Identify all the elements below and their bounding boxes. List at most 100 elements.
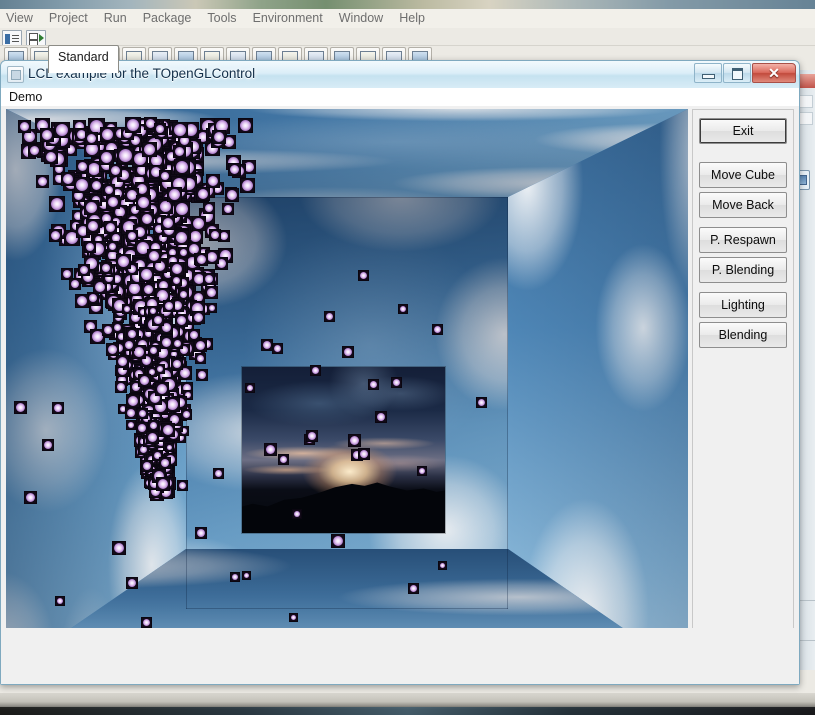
particle-sprite — [391, 377, 402, 388]
particle-sprite — [102, 184, 115, 197]
particle-sprite — [146, 249, 161, 264]
arrow-icon — [39, 33, 44, 42]
ide-menu-project[interactable]: Project — [41, 9, 96, 28]
particle-sprite — [204, 285, 218, 299]
particle-sprite — [264, 443, 277, 456]
particle-sprite — [358, 448, 370, 460]
particle-sprite — [165, 443, 174, 453]
particle-sprite — [43, 149, 58, 164]
window-controls: ✕ — [694, 63, 796, 83]
particle-sprite — [117, 147, 135, 165]
particle-sprite — [75, 293, 90, 308]
particle-sprite — [292, 509, 302, 519]
close-button[interactable]: ✕ — [752, 63, 796, 83]
particle-sprite — [342, 346, 354, 358]
particle-sprite — [35, 175, 49, 189]
particle-sprite — [163, 300, 176, 313]
move-cube-button[interactable]: Move Cube — [699, 162, 787, 188]
particle-sprite — [203, 273, 215, 286]
p-blending-button-label: P. Blending — [711, 263, 775, 277]
particle-sprite — [331, 534, 345, 548]
ide-menu-environment[interactable]: Environment — [245, 9, 331, 28]
particle-sprite — [196, 368, 209, 381]
window-titlebar[interactable]: LCL example for the TOpenGLControl ✕ — [0, 60, 800, 88]
particle-sprite — [227, 162, 241, 176]
particle-sprite — [202, 202, 215, 215]
particle-sprite — [100, 127, 116, 143]
particle-sprite — [125, 393, 140, 408]
particle-sprite — [86, 218, 101, 233]
particle-sprite — [125, 420, 136, 431]
particle-sprite — [153, 122, 166, 135]
particle-sprite — [195, 527, 207, 539]
particle-sprite — [160, 215, 175, 230]
ide-menu-window[interactable]: Window — [331, 9, 391, 28]
particle-sprite — [122, 339, 135, 352]
minimize-button[interactable] — [694, 63, 722, 83]
particle-sprite — [141, 141, 157, 157]
palette-tab-standard[interactable]: Standard — [48, 45, 119, 73]
particle-sprite — [211, 129, 226, 144]
particle-sprite — [14, 401, 27, 414]
particle-sprite — [238, 118, 254, 133]
ide-menu-run[interactable]: Run — [96, 9, 135, 28]
ide-status-area — [0, 693, 815, 715]
particle-sprite — [39, 128, 54, 142]
particle-sprite — [126, 577, 138, 589]
menu-item-demo[interactable]: Demo — [6, 89, 45, 105]
ide-menu-package[interactable]: Package — [135, 9, 200, 28]
particle-sprite — [221, 202, 234, 215]
p-blending-button[interactable]: P. Blending — [699, 257, 787, 283]
particle-sprite — [112, 541, 126, 555]
opengl-canvas[interactable] — [6, 109, 688, 673]
particle-sprite — [106, 241, 118, 253]
particle-sprite — [100, 262, 113, 275]
particle-sprite — [171, 338, 183, 350]
particle-sprite — [105, 195, 120, 209]
move-back-button-label: Move Back — [712, 198, 774, 212]
particle-sprite — [213, 468, 224, 479]
particle-sprite — [272, 343, 283, 354]
particle-sprite — [158, 456, 171, 469]
window-bottom-filler — [2, 628, 798, 683]
particle-sprite — [155, 363, 166, 374]
maximize-button[interactable] — [723, 63, 751, 83]
particle-sprite — [242, 571, 251, 580]
lighting-button[interactable]: Lighting — [699, 292, 787, 318]
particle-sprite — [408, 583, 419, 594]
opengl-demo-window: LCL example for the TOpenGLControl ✕ Dem… — [0, 60, 800, 685]
ide-menu-help[interactable]: Help — [391, 9, 433, 28]
move-cube-button-label: Move Cube — [711, 168, 775, 182]
p-respawn-button[interactable]: P. Respawn — [699, 227, 787, 253]
particle-sprite — [48, 195, 65, 212]
particle-sprite — [83, 200, 99, 216]
particle-sprite — [115, 254, 131, 270]
particle-sprite — [398, 304, 408, 314]
p-respawn-button-label: P. Respawn — [710, 233, 776, 247]
ide-menu-view[interactable]: View — [0, 9, 41, 28]
particle-sprite — [188, 329, 201, 342]
blending-button[interactable]: Blending — [699, 322, 787, 348]
particle-sprite — [224, 187, 239, 202]
ide-menu-bar: View Project Run Package Tools Environment Win… — [0, 9, 815, 28]
exit-button-label: Exit — [732, 124, 754, 138]
exit-button[interactable]: Exit — [699, 118, 787, 144]
particle-sprite — [240, 177, 256, 193]
particle-sprite — [171, 122, 188, 139]
particle-sprite — [141, 283, 155, 297]
particle-sprite — [115, 380, 127, 393]
ide-menu-tools[interactable]: Tools — [199, 9, 244, 28]
particle-sprite — [177, 480, 188, 491]
particle-sprite — [140, 212, 154, 227]
particle-sprite — [230, 572, 240, 582]
particle-sprite — [209, 229, 222, 242]
particle-sprite — [83, 240, 96, 253]
particle-sprite — [278, 454, 289, 465]
particle-sprite — [310, 365, 321, 376]
particle-sprite — [245, 383, 255, 393]
particle-sprite — [124, 407, 137, 420]
particle-sprite — [154, 382, 169, 397]
move-back-button[interactable]: Move Back — [699, 192, 787, 218]
particle-sprite — [126, 328, 139, 340]
particle-sprite — [159, 170, 172, 183]
